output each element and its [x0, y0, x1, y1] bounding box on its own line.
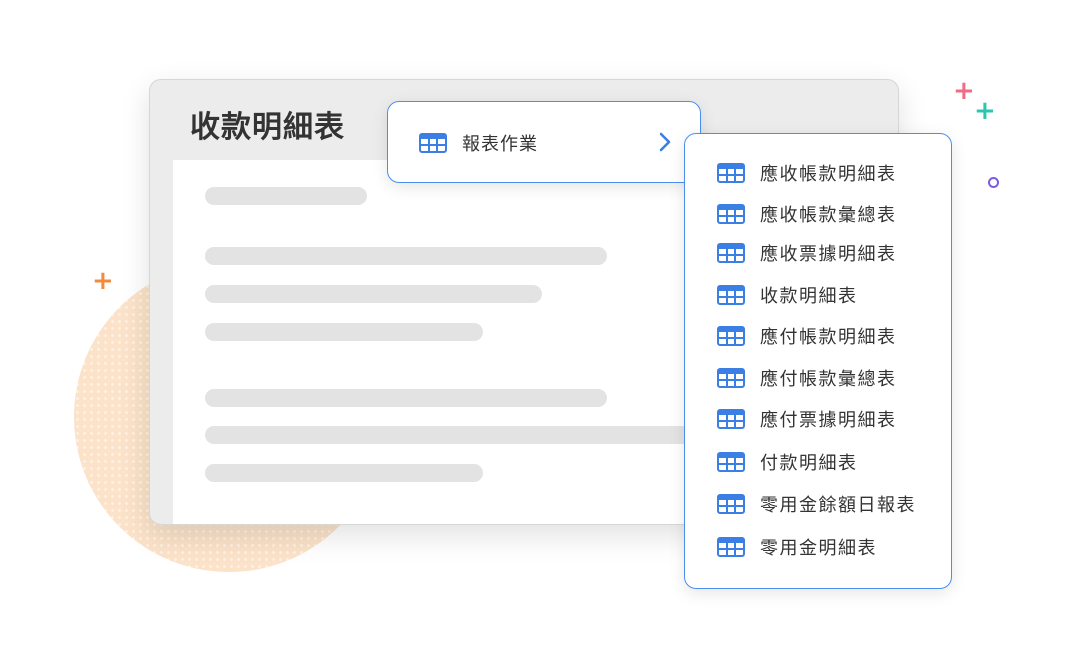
- table-icon: [717, 494, 745, 514]
- table-icon: [717, 452, 745, 472]
- submenu-item-label: 應付帳款明細表: [760, 327, 897, 348]
- skeleton-line: [205, 285, 542, 303]
- submenu-item-label: 零用金餘額日報表: [760, 495, 916, 516]
- submenu-item-label: 應收帳款明細表: [760, 164, 897, 185]
- ring-decoration-icon: [988, 177, 999, 188]
- table-icon: [717, 537, 745, 557]
- reports-submenu: 應收帳款明細表 應收帳款彙總表 應收票據明細表 收款明細表應付帳款明細表 應付帳款彙總表…: [684, 133, 952, 589]
- plus-decoration-icon: +: [974, 96, 996, 126]
- window-title: 收款明細表: [190, 110, 345, 145]
- submenu-item[interactable]: 應付帳款彙總表: [717, 365, 897, 391]
- plus-decoration-icon: +: [953, 76, 975, 106]
- submenu-item[interactable]: 應收票據明細表: [717, 240, 897, 266]
- skeleton-line: [205, 464, 483, 482]
- skeleton-line: [205, 389, 607, 407]
- submenu-item-label: 收款明細表: [760, 286, 858, 307]
- submenu-item[interactable]: 應收帳款彙總表: [717, 201, 897, 227]
- table-icon: [717, 368, 745, 388]
- plus-decoration-icon: +: [92, 266, 114, 296]
- table-icon: [717, 409, 745, 429]
- chevron-right-icon: [659, 132, 671, 152]
- table-icon: [717, 163, 745, 183]
- submenu-item-label: 應付票據明細表: [760, 410, 897, 431]
- table-icon: [717, 243, 745, 263]
- skeleton-line: [205, 187, 367, 205]
- menu-item-reports[interactable]: 報表作業: [387, 101, 701, 183]
- submenu-item[interactable]: 零用金餘額日報表: [717, 491, 916, 517]
- skeleton-line: [205, 323, 483, 341]
- submenu-item-label: 付款明細表: [760, 453, 858, 474]
- table-icon: [717, 204, 745, 224]
- submenu-item-label: 應收帳款彙總表: [760, 205, 897, 226]
- submenu-item-label: 零用金明細表: [760, 538, 877, 559]
- skeleton-line: [205, 426, 705, 444]
- submenu-item[interactable]: 收款明細表: [717, 282, 858, 308]
- submenu-item[interactable]: 付款明細表: [717, 449, 858, 475]
- submenu-item-label: 應付帳款彙總表: [760, 369, 897, 390]
- menu-item-label: 報表作業: [462, 134, 538, 155]
- submenu-item-label: 應收票據明細表: [760, 244, 897, 265]
- submenu-item[interactable]: 應收帳款明細表: [717, 160, 897, 186]
- submenu-item[interactable]: 應付帳款明細表: [717, 323, 897, 349]
- table-icon: [419, 133, 447, 153]
- submenu-item[interactable]: 零用金明細表: [717, 534, 877, 560]
- skeleton-line: [205, 247, 607, 265]
- submenu-item[interactable]: 應付票據明細表: [717, 406, 897, 432]
- table-icon: [717, 326, 745, 346]
- table-icon: [717, 285, 745, 305]
